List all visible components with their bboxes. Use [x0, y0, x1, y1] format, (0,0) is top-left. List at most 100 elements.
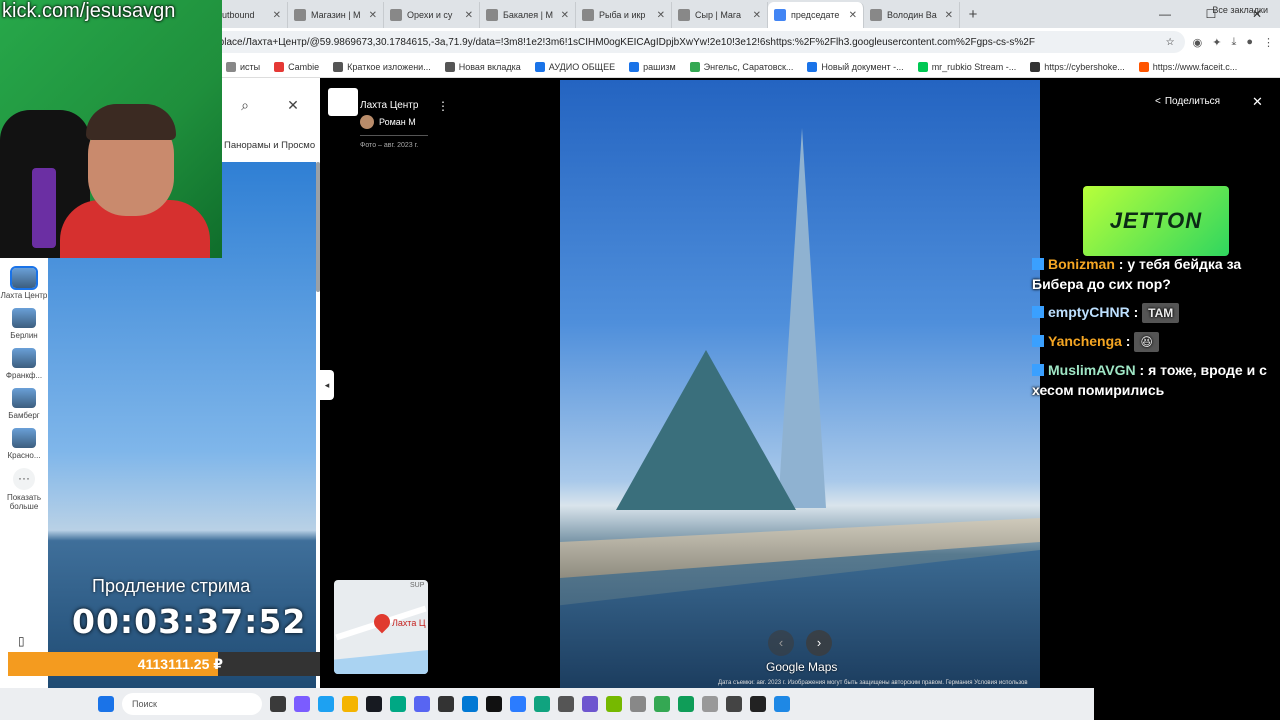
chat-username[interactable]: MuslimAVGN: [1048, 362, 1136, 378]
taskbar-app-icon[interactable]: [654, 696, 670, 712]
bookmark-item[interactable]: mr_rubkio Stream -...: [917, 61, 1016, 72]
main-photo[interactable]: [560, 80, 1040, 688]
taskbar-app-icon[interactable]: [726, 696, 742, 712]
rail-item[interactable]: Лахта Центр: [0, 266, 48, 300]
browser-tab[interactable]: Бакалея | М ✕: [480, 2, 576, 28]
close-tab-icon[interactable]: ✕: [945, 10, 953, 21]
taskbar-app-icon[interactable]: [486, 696, 502, 712]
rail-item[interactable]: Франкф...: [0, 348, 48, 380]
browser-tab[interactable]: Рыба и икр ✕: [576, 2, 672, 28]
close-tab-icon[interactable]: ✕: [465, 10, 473, 21]
bookmark-item[interactable]: АУДИО ОБЩЕЕ: [534, 61, 616, 72]
taskbar-app-icon[interactable]: [630, 696, 646, 712]
next-photo-button[interactable]: ›: [806, 630, 832, 656]
bookmark-item[interactable]: https://www.faceit.c...: [1138, 61, 1237, 72]
bookmark-item[interactable]: Новый документ -...: [807, 61, 904, 72]
taskbar-app-icon[interactable]: [318, 696, 334, 712]
browser-tab[interactable]: Сыр | Мага ✕: [672, 2, 768, 28]
taskbar-app-icon[interactable]: [558, 696, 574, 712]
bookmark-item[interactable]: исты: [226, 61, 260, 72]
tab-title: Сыр | Мага: [695, 10, 742, 20]
windows-start-icon[interactable]: [98, 696, 114, 712]
taskbar-app-icon[interactable]: [390, 696, 406, 712]
taskbar-app-icon[interactable]: [342, 696, 358, 712]
new-tab-button[interactable]: +: [960, 2, 986, 28]
photo-author[interactable]: Роман М: [360, 115, 416, 129]
taskbar-app-icon[interactable]: [774, 696, 790, 712]
previous-photo-button[interactable]: ‹: [768, 630, 794, 656]
taskbar-app-icon[interactable]: [462, 696, 478, 712]
tab-favicon-icon: [774, 9, 786, 21]
extension-icon[interactable]: ◉: [1193, 36, 1203, 49]
close-tab-icon[interactable]: ✕: [657, 10, 665, 21]
place-name[interactable]: Лахта Центр: [360, 100, 418, 111]
taskbar-app-icon[interactable]: [534, 696, 550, 712]
download-icon[interactable]: ⤓: [1231, 36, 1236, 49]
menu-icon[interactable]: ⋮: [1263, 36, 1274, 49]
taskbar-app-icon[interactable]: [294, 696, 310, 712]
taskbar-app-icon[interactable]: [414, 696, 430, 712]
avatar: [360, 115, 374, 129]
browser-tab[interactable]: Володин Ва ✕: [864, 2, 960, 28]
taskbar-search[interactable]: Поиск: [122, 693, 262, 715]
chat-username[interactable]: Bonizman: [1048, 256, 1115, 272]
minimap-label: Лахта Ц: [392, 618, 426, 628]
stream-timer-label: Продление стрима: [92, 576, 251, 596]
rail-item[interactable]: Красно...: [0, 428, 48, 460]
tab-favicon-icon: [486, 9, 498, 21]
search-icon[interactable]: ⌕: [241, 97, 249, 114]
chat-separator: :: [1114, 256, 1128, 272]
taskbar-app-icon[interactable]: [366, 696, 382, 712]
all-bookmarks-button[interactable]: Все закладки: [1212, 5, 1268, 15]
taskbar-app-icon[interactable]: [678, 696, 694, 712]
browser-tab[interactable]: председате ✕: [768, 2, 864, 28]
url-text: google.com/maps/place/Лахта+Центр/@59.98…: [136, 36, 1035, 48]
rail-item[interactable]: Бамберг: [0, 388, 48, 420]
taskbar-app-icon[interactable]: [270, 696, 286, 712]
collapse-panel-icon[interactable]: ◂: [320, 370, 334, 400]
maps-filter-chip[interactable]: Панорамы и Просмо: [224, 140, 318, 151]
rail-thumbnail: [12, 308, 36, 328]
minimap[interactable]: Лахта Ц SUP: [334, 580, 428, 674]
bookmark-item[interactable]: Краткое изложени...: [333, 61, 431, 72]
close-tab-icon[interactable]: ✕: [561, 10, 569, 21]
taskbar-app-icon[interactable]: [606, 696, 622, 712]
show-more-button[interactable]: ··· Показать больше: [0, 468, 48, 511]
bookmark-item[interactable]: Энгельс, Саратовск...: [689, 61, 793, 72]
puzzle-icon[interactable]: ✦: [1212, 36, 1221, 49]
browser-tab[interactable]: Орехи и су ✕: [384, 2, 480, 28]
place-thumbnail-box[interactable]: [328, 88, 358, 116]
bookmark-item[interactable]: Новая вкладка: [444, 61, 521, 72]
browser-tab[interactable]: Магазин | М ✕: [288, 2, 384, 28]
chat-badge-icon: [1032, 258, 1044, 270]
bookmark-item[interactable]: Cambie: [274, 61, 319, 72]
taskbar-app-icon[interactable]: [750, 696, 766, 712]
taskbar-app-icon[interactable]: [582, 696, 598, 712]
streamer-hair: [86, 104, 176, 140]
close-tab-icon[interactable]: ✕: [273, 10, 281, 21]
bookmark-item[interactable]: https://cybershoke...: [1030, 61, 1125, 72]
chat-badge-icon: [1032, 306, 1044, 318]
maps-search-actions: ⌕ ✕: [222, 92, 318, 118]
taskbar-app-icon[interactable]: [438, 696, 454, 712]
close-search-icon[interactable]: ✕: [287, 97, 299, 114]
minimize-icon[interactable]: —: [1142, 0, 1188, 28]
more-options-icon[interactable]: ⋮: [437, 99, 449, 113]
bookmark-star-icon[interactable]: ☆: [1166, 37, 1175, 48]
share-button[interactable]: < Поделиться: [1155, 96, 1220, 107]
chat-username[interactable]: emptyCHNR: [1048, 304, 1130, 320]
bookmark-label: АУДИО ОБЩЕЕ: [548, 61, 616, 72]
bookmark-favicon-icon: [917, 61, 928, 72]
url-field[interactable]: ⚙ google.com/maps/place/Лахта+Центр/@59.…: [110, 31, 1185, 53]
bookmark-favicon-icon: [1030, 61, 1041, 72]
bookmark-item[interactable]: рашизм: [629, 61, 676, 72]
close-tab-icon[interactable]: ✕: [849, 10, 857, 21]
close-tab-icon[interactable]: ✕: [369, 10, 377, 21]
taskbar-app-icon[interactable]: [702, 696, 718, 712]
profile-icon[interactable]: ●: [1246, 36, 1253, 49]
chat-username[interactable]: Yanchenga: [1048, 333, 1122, 349]
rail-item[interactable]: Берлин: [0, 308, 48, 340]
close-icon[interactable]: ✕: [1252, 94, 1263, 110]
close-tab-icon[interactable]: ✕: [753, 10, 761, 21]
taskbar-app-icon[interactable]: [510, 696, 526, 712]
